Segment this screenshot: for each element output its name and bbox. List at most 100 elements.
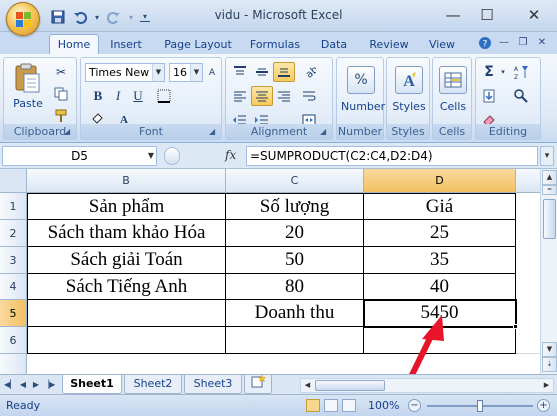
font-size-dropdown-icon[interactable]: ▼ <box>190 64 202 81</box>
office-button[interactable] <box>6 2 40 36</box>
horizontal-scroll-thumb[interactable] <box>315 380 385 391</box>
vertical-scroll-thumb[interactable] <box>543 199 556 239</box>
close-button[interactable]: ✕ <box>517 4 551 26</box>
alignment-group-label: Alignment <box>226 124 332 139</box>
page-layout-view-icon[interactable] <box>324 399 338 412</box>
cells-label: Cells <box>439 100 467 113</box>
help-icon[interactable]: ? <box>478 36 492 50</box>
svg-text:Z: Z <box>514 74 518 80</box>
font-dialog-launcher-icon[interactable]: ◢ <box>209 127 219 137</box>
ribbon-window-controls: ? — ❐ ✕ <box>478 36 549 50</box>
font-group-label: Font <box>81 124 221 139</box>
bottom-align-icon[interactable] <box>273 62 295 82</box>
zoom-slider-thumb[interactable] <box>477 400 483 412</box>
zoom-level[interactable]: 100% <box>368 399 399 412</box>
align-center-icon[interactable] <box>251 86 273 106</box>
last-sheet-icon[interactable]: ▕▶ <box>43 378 55 392</box>
zoom-out-icon[interactable]: − <box>408 399 421 412</box>
paste-label: Paste <box>13 97 43 110</box>
autosum-dropdown-icon[interactable]: ▾ <box>498 62 508 82</box>
expand-formula-bar-icon[interactable]: ▾ <box>540 146 554 166</box>
grow-font-icon[interactable]: A <box>205 63 219 83</box>
copy-icon[interactable] <box>50 84 72 104</box>
tab-formulas[interactable]: Formulas <box>244 35 306 54</box>
ribbon-close-icon[interactable]: ✕ <box>535 36 549 50</box>
styles-group-label: Styles <box>387 124 429 139</box>
font-name-dropdown-icon[interactable]: ▼ <box>152 64 164 81</box>
page-down-icon[interactable]: ⇣ <box>542 357 557 372</box>
clipboard-group: Paste ✂ Clipboard ◢ <box>3 57 77 140</box>
cells-group: Cells Cells <box>432 57 472 140</box>
font-size-combo[interactable]: 16 ▼ <box>169 63 203 82</box>
tab-view[interactable]: View <box>423 35 461 54</box>
vertical-scrollbar[interactable]: ▲ ═ ▼ ⇣ <box>540 169 557 374</box>
office-logo-icon <box>16 12 32 28</box>
sheet-tab-1[interactable]: Sheet1 <box>62 375 122 394</box>
tab-home[interactable]: Home <box>49 34 99 55</box>
formula-input[interactable]: =SUMPRODUCT(C2:C4,D2:D4) <box>246 146 538 166</box>
italic-button[interactable]: I <box>107 86 129 106</box>
svg-text:ab: ab <box>304 65 316 79</box>
font-name-combo[interactable]: Times New Ro ▼ <box>85 63 165 82</box>
percent-icon: % <box>347 66 375 94</box>
clipboard-dialog-launcher-icon[interactable]: ◢ <box>64 127 74 137</box>
find-select-icon[interactable] <box>510 86 532 106</box>
svg-text:?: ? <box>483 40 488 50</box>
orientation-icon[interactable]: ab <box>298 62 320 82</box>
page-break-view-icon[interactable] <box>342 399 356 412</box>
bold-button[interactable]: B <box>87 86 109 106</box>
prev-sheet-icon[interactable]: ◀ <box>17 378 29 392</box>
normal-view-icon[interactable] <box>306 399 320 412</box>
wrap-text-icon[interactable] <box>298 86 320 106</box>
paste-button[interactable]: Paste <box>10 62 46 110</box>
worksheet-grid: B C D 1 2 3 4 5 6 Sản phẩm Số lượng Giá … <box>0 169 540 374</box>
top-align-icon[interactable] <box>229 62 251 82</box>
split-box-icon[interactable]: ═ <box>542 185 557 195</box>
next-sheet-icon[interactable]: ▶ <box>30 378 42 392</box>
cells-icon <box>439 66 467 94</box>
tab-insert[interactable]: Insert <box>103 35 149 54</box>
styles-icon: A <box>395 66 423 94</box>
zoom-in-icon[interactable]: + <box>537 399 550 412</box>
status-text: Ready <box>6 399 41 412</box>
scroll-left-icon[interactable]: ◀ <box>301 379 314 392</box>
styles-button[interactable]: A Styles <box>389 66 429 113</box>
maximize-button[interactable]: ☐ <box>470 4 504 26</box>
align-left-icon[interactable] <box>229 86 251 106</box>
sheet-tab-2[interactable]: Sheet2 <box>124 375 182 394</box>
editing-group: Σ ▾ AZ Editing <box>475 57 541 140</box>
name-box[interactable]: D5 ▼ <box>2 146 157 166</box>
sheet-tab-bar: ◀▏ ◀ ▶ ▕▶ Sheet1 Sheet2 Sheet3 ◀ ▶ <box>0 374 557 394</box>
tab-review[interactable]: Review <box>364 35 414 54</box>
annotation-arrow-icon <box>409 315 444 374</box>
formula-bar: D5 ▼ fx =SUMPRODUCT(C2:C4,D2:D4) ▾ <box>0 143 557 169</box>
insert-function-icon[interactable]: fx <box>225 148 236 162</box>
sort-filter-icon[interactable]: AZ <box>510 62 532 82</box>
formula-bar-splitter[interactable] <box>164 147 180 165</box>
autosum-icon[interactable]: Σ <box>478 62 500 82</box>
first-sheet-icon[interactable]: ◀▏ <box>4 378 16 392</box>
insert-sheet-icon[interactable] <box>244 374 272 394</box>
format-painter-icon[interactable] <box>50 106 72 126</box>
fill-icon[interactable] <box>478 86 500 106</box>
tab-data[interactable]: Data <box>314 35 354 54</box>
scroll-down-icon[interactable]: ▼ <box>542 342 557 357</box>
scroll-right-icon[interactable]: ▶ <box>540 379 553 392</box>
tab-page-layout[interactable]: Page Layout <box>158 35 238 54</box>
horizontal-scrollbar[interactable]: ◀ ▶ <box>300 378 554 393</box>
align-right-icon[interactable] <box>273 86 295 106</box>
cut-icon[interactable]: ✂ <box>50 62 72 82</box>
minimize-button[interactable]: — <box>436 4 470 26</box>
middle-align-icon[interactable] <box>251 62 273 82</box>
alignment-dialog-launcher-icon[interactable]: ◢ <box>320 127 330 137</box>
borders-icon[interactable] <box>153 86 175 106</box>
underline-button[interactable]: U <box>127 86 149 106</box>
ribbon-restore-icon[interactable]: ❐ <box>516 36 530 50</box>
cells-button[interactable]: Cells <box>435 66 471 113</box>
name-box-dropdown-icon[interactable]: ▼ <box>148 147 154 165</box>
ribbon-minimize-icon[interactable]: — <box>497 36 511 50</box>
number-format-button[interactable]: % Number <box>341 66 385 113</box>
paste-icon <box>15 63 40 93</box>
scroll-up-icon[interactable]: ▲ <box>542 170 557 185</box>
sheet-tab-3[interactable]: Sheet3 <box>184 375 242 394</box>
